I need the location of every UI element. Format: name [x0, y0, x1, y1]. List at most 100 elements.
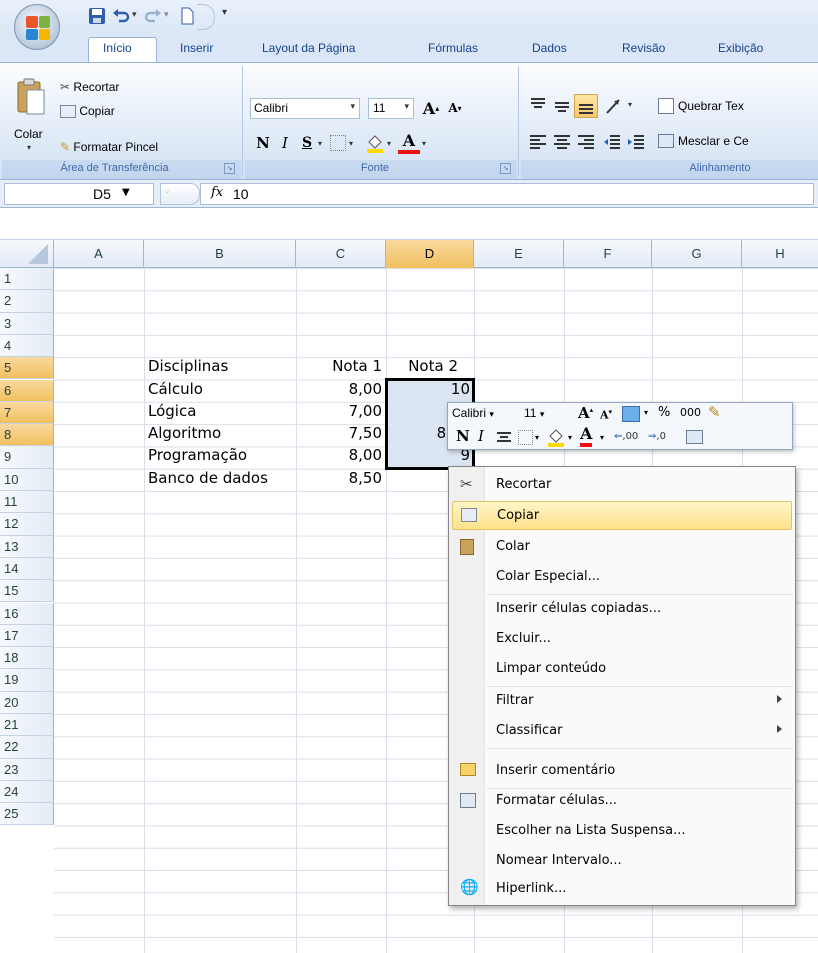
paste-label[interactable]: Colar [14, 127, 43, 141]
align-left-icon[interactable] [528, 132, 548, 152]
wrap-text-button[interactable]: Quebrar Tex [678, 99, 744, 113]
menu-item-copiar[interactable]: Copiar [452, 501, 792, 530]
mini-grow-font-icon[interactable]: A▴ [578, 404, 593, 422]
cell-d4[interactable]: Nota 2 [388, 357, 458, 375]
copy-button[interactable]: Copiar [60, 104, 115, 119]
bold-button[interactable]: N [252, 132, 274, 154]
font-name-combo[interactable]: Calibri ▾ [250, 98, 360, 119]
format-painter-button[interactable]: ✎ Formatar Pincel [60, 140, 158, 154]
row-header[interactable]: 21 [0, 714, 54, 737]
menu-item-colar-especial[interactable]: Colar Especial... [452, 563, 792, 592]
column-header-g[interactable]: G [652, 240, 742, 268]
tab-layout-da-pagina[interactable]: Layout da Página [262, 41, 355, 55]
row-header[interactable]: 7 [0, 401, 54, 425]
cell-c5[interactable]: 8,00 [298, 380, 382, 398]
borders-icon[interactable] [330, 135, 346, 151]
column-header-b[interactable]: B [144, 240, 296, 268]
menu-item-limpar-conteudo[interactable]: Limpar conteúdo [452, 655, 792, 684]
menu-item-excluir[interactable]: Excluir... [452, 625, 792, 654]
column-header-c[interactable]: C [296, 240, 386, 268]
row-header[interactable]: 6 [0, 379, 54, 402]
cell-b7[interactable]: Algoritmo [148, 424, 221, 442]
menu-item-recortar[interactable]: ✂ Recortar [452, 471, 792, 500]
save-icon[interactable] [88, 7, 106, 25]
row-header[interactable]: 23 [0, 758, 54, 781]
merge-center-button[interactable]: Mesclar e Ce [678, 134, 749, 148]
mini-fill-dropdown-icon[interactable]: ▾ [568, 433, 572, 442]
row-header[interactable]: 8 [0, 424, 54, 447]
new-document-icon[interactable] [178, 7, 196, 25]
name-box-dropdown-icon[interactable]: ▼ [122, 187, 130, 198]
cell-c6[interactable]: 7,00 [298, 402, 382, 420]
menu-item-escolher-lista-suspensa[interactable]: Escolher na Lista Suspensa... [452, 817, 792, 846]
undo-icon[interactable] [112, 7, 130, 25]
mini-font-name-combo[interactable]: Calibri ▾ [452, 406, 522, 425]
row-header[interactable]: 22 [0, 736, 54, 759]
borders-dropdown-icon[interactable]: ▾ [349, 139, 353, 148]
align-bottom-button[interactable] [574, 94, 598, 118]
insert-function-icon[interactable]: fx [211, 185, 223, 200]
row-header[interactable]: 12 [0, 513, 54, 536]
italic-button[interactable]: I [274, 132, 296, 154]
tab-inicio[interactable]: Início [103, 41, 132, 55]
undo-dropdown-icon[interactable]: ▾ [132, 10, 137, 20]
cell-b6[interactable]: Lógica [148, 402, 196, 420]
row-header[interactable]: 1 [0, 268, 54, 291]
cell-b8[interactable]: Programação [148, 446, 247, 464]
mini-center-icon[interactable] [496, 430, 512, 446]
column-header-d[interactable]: D [386, 240, 474, 268]
mini-bold-button[interactable]: N [456, 427, 470, 445]
mini-format-icon[interactable] [622, 406, 640, 422]
increase-indent-icon[interactable] [626, 132, 646, 152]
cell-c8[interactable]: 8,00 [298, 446, 382, 464]
menu-item-filtrar[interactable]: Filtrar [452, 687, 792, 716]
row-header[interactable]: 5 [0, 357, 54, 380]
align-center-icon[interactable] [552, 132, 572, 152]
mini-format-dropdown-icon[interactable]: ▾ [644, 408, 648, 417]
menu-item-nomear-intervalo[interactable]: Nomear Intervalo... [452, 847, 792, 876]
row-header[interactable]: 17 [0, 624, 54, 648]
row-header[interactable]: 19 [0, 669, 54, 692]
row-header[interactable]: 16 [0, 602, 54, 625]
mini-borders-icon[interactable] [518, 430, 533, 445]
orientation-icon[interactable] [604, 96, 626, 116]
row-header[interactable]: 18 [0, 647, 54, 670]
column-header-a[interactable]: A [54, 240, 144, 268]
shrink-font-button[interactable]: A ▾ [444, 97, 466, 119]
row-header[interactable]: 9 [0, 446, 54, 469]
menu-item-inserir-celulas-copiadas[interactable]: Inserir células copiadas... [452, 595, 792, 624]
cell-c7[interactable]: 7,50 [298, 424, 382, 442]
row-header[interactable]: 3 [0, 312, 54, 335]
underline-dropdown-icon[interactable]: ▾ [318, 139, 322, 148]
tab-formulas[interactable]: Fórmulas [428, 41, 478, 55]
align-top-icon[interactable] [528, 96, 548, 116]
paste-icon[interactable] [16, 78, 46, 118]
name-box[interactable]: D5 [4, 183, 154, 205]
comma-style-button[interactable]: 000 [680, 406, 701, 419]
cell-b5[interactable]: Cálculo [148, 380, 203, 398]
font-size-combo[interactable]: 11 ▾ [368, 98, 414, 119]
cut-button[interactable]: ✂ Recortar [60, 80, 119, 94]
tab-revisao[interactable]: Revisão [622, 41, 665, 55]
tab-exibicao[interactable]: Exibição [718, 41, 763, 55]
decrease-indent-icon[interactable] [602, 132, 622, 152]
formula-input[interactable]: fx 10 [200, 183, 814, 205]
mini-merge-icon[interactable] [686, 430, 703, 444]
align-middle-icon[interactable] [552, 96, 572, 116]
row-header[interactable]: 13 [0, 535, 54, 558]
menu-item-hiperlink[interactable]: 🌐 Hiperlink... [452, 875, 792, 904]
mini-shrink-font-icon[interactable]: A▾ [600, 407, 612, 422]
row-header[interactable]: 10 [0, 468, 54, 491]
cell-c9[interactable]: 8,50 [298, 469, 382, 487]
align-right-icon[interactable] [576, 132, 596, 152]
column-header-h[interactable]: H [742, 240, 818, 268]
column-header-e[interactable]: E [474, 240, 564, 268]
mini-italic-button[interactable]: I [478, 427, 484, 445]
select-all-corner[interactable] [0, 240, 54, 268]
row-header[interactable]: 20 [0, 691, 54, 714]
column-header-f[interactable]: F [564, 240, 652, 268]
cell-c4[interactable]: Nota 1 [298, 357, 382, 375]
row-header[interactable]: 2 [0, 290, 54, 313]
font-color-dropdown-icon[interactable]: ▾ [422, 139, 426, 148]
mini-font-color-button[interactable]: A [580, 425, 593, 447]
